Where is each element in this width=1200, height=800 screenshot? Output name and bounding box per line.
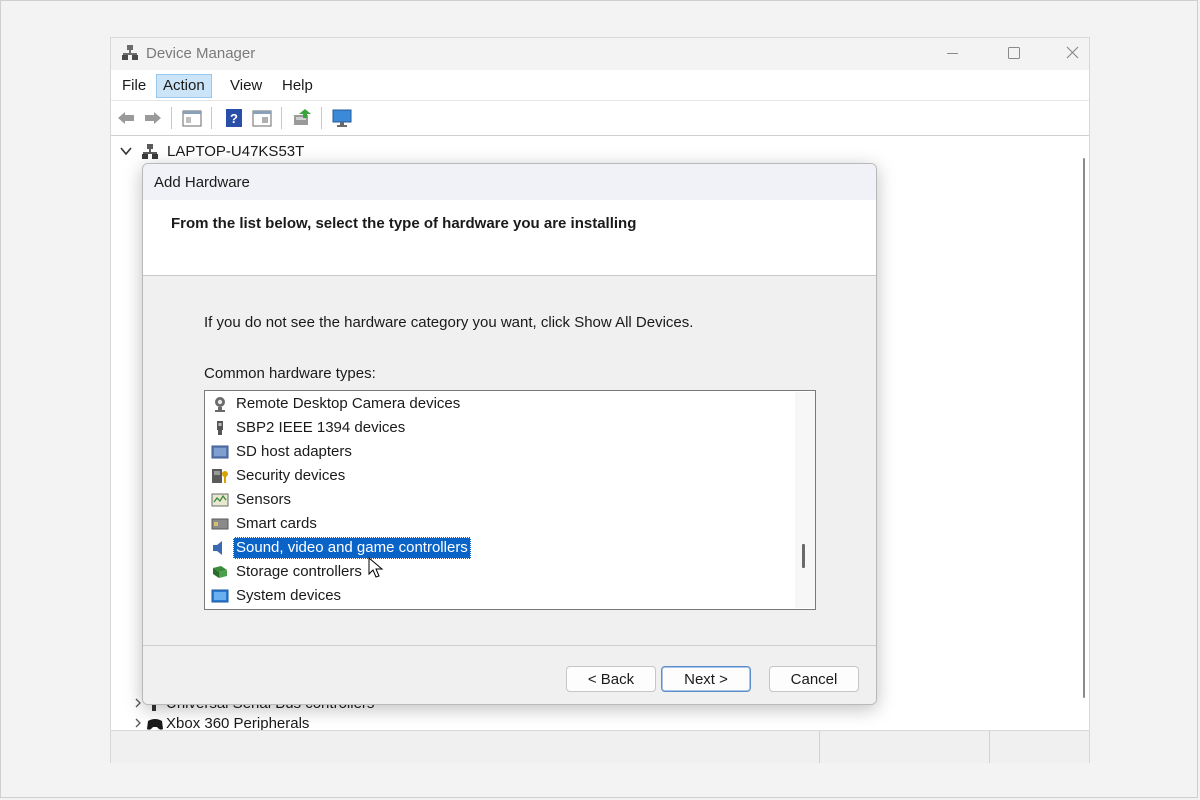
list-item-label: Sound, video and game controllers bbox=[233, 537, 471, 559]
dialog-header: From the list below, select the type of … bbox=[143, 200, 876, 276]
scrollbar-thumb[interactable] bbox=[1083, 158, 1085, 698]
chevron-right-icon[interactable] bbox=[134, 698, 142, 708]
list-item-label: Security devices bbox=[236, 467, 346, 484]
list-item-label: SBP2 IEEE 1394 devices bbox=[236, 419, 406, 436]
computer-name: LAPTOP-U47KS53T bbox=[167, 143, 305, 160]
menu-help[interactable]: Help bbox=[276, 74, 319, 98]
smart-card-icon bbox=[211, 518, 229, 530]
maximize-icon bbox=[1008, 47, 1020, 59]
sensor-icon bbox=[211, 493, 229, 507]
title-bar: Device Manager bbox=[111, 38, 1089, 70]
ieee1394-icon bbox=[217, 421, 223, 435]
chevron-down-icon[interactable] bbox=[119, 144, 133, 158]
list-item-label: Remote Desktop Camera devices bbox=[236, 395, 461, 412]
properties-button[interactable] bbox=[181, 107, 203, 129]
svg-text:?: ? bbox=[230, 111, 238, 126]
minimize-button[interactable] bbox=[936, 42, 968, 64]
dialog-footer: < Back Next > Cancel bbox=[143, 645, 876, 704]
update-driver-icon bbox=[294, 109, 311, 125]
chevron-right-icon[interactable] bbox=[134, 718, 142, 728]
next-button[interactable]: Next > bbox=[661, 666, 751, 692]
list-item-label: SD host adapters bbox=[236, 443, 352, 460]
menu-file[interactable]: File bbox=[116, 74, 152, 98]
list-item-label: Storage controllers bbox=[236, 563, 362, 580]
system-devices-icon bbox=[211, 589, 229, 603]
help-button[interactable]: ? bbox=[223, 107, 245, 129]
list-scrollbar[interactable] bbox=[795, 392, 815, 608]
back-icon bbox=[118, 112, 134, 124]
cancel-button[interactable]: Cancel bbox=[769, 666, 859, 692]
show-hide-button[interactable] bbox=[251, 107, 273, 129]
dialog-body: If you do not see the hardware category … bbox=[143, 276, 876, 644]
show-hide-icon bbox=[252, 110, 272, 127]
mouse-cursor-icon bbox=[368, 557, 384, 578]
toolbar: ? bbox=[111, 101, 1089, 136]
back-button[interactable]: < Back bbox=[566, 666, 656, 692]
back-button[interactable] bbox=[115, 107, 137, 129]
dialog-title-bar: Add Hardware bbox=[143, 164, 876, 200]
scan-hardware-button[interactable] bbox=[331, 107, 353, 129]
computer-icon bbox=[142, 144, 158, 159]
toolbar-separator bbox=[281, 107, 282, 129]
list-item-label: System devices bbox=[236, 587, 342, 604]
list-item-label: Sensors bbox=[236, 491, 292, 508]
menu-action[interactable]: Action bbox=[156, 74, 212, 98]
monitor-icon bbox=[332, 109, 352, 127]
forward-button[interactable] bbox=[142, 107, 164, 129]
minimize-icon bbox=[947, 53, 958, 54]
device-manager-icon bbox=[122, 45, 138, 60]
camera-icon bbox=[215, 397, 225, 412]
window-title: Device Manager bbox=[146, 45, 256, 62]
security-device-icon bbox=[212, 469, 228, 483]
menu-bar: File Action View Help bbox=[111, 70, 1089, 101]
hint-text: If you do not see the hardware category … bbox=[204, 314, 694, 331]
list-item-label: Smart cards bbox=[236, 515, 317, 532]
dialog-title: Add Hardware bbox=[154, 174, 250, 191]
toolbar-separator bbox=[211, 107, 212, 129]
toolbar-separator bbox=[321, 107, 322, 129]
status-bar-divider bbox=[989, 731, 990, 763]
status-bar bbox=[111, 730, 1089, 763]
close-icon bbox=[1066, 46, 1079, 59]
close-button[interactable] bbox=[1057, 42, 1089, 64]
tree-scrollbar[interactable] bbox=[1079, 136, 1089, 728]
help-icon: ? bbox=[226, 109, 242, 127]
menu-view[interactable]: View bbox=[224, 74, 268, 98]
speaker-icon bbox=[213, 541, 222, 555]
forward-icon bbox=[145, 112, 161, 124]
add-hardware-dialog: Add Hardware From the list below, select… bbox=[142, 163, 877, 705]
toolbar-separator bbox=[171, 107, 172, 129]
storage-controller-icon bbox=[213, 566, 227, 578]
list-scrollbar-thumb[interactable] bbox=[802, 544, 805, 568]
status-bar-divider bbox=[819, 731, 820, 763]
dialog-heading: From the list below, select the type of … bbox=[171, 215, 637, 232]
properties-icon bbox=[182, 110, 202, 127]
maximize-button[interactable] bbox=[998, 42, 1030, 64]
hardware-types-label: Common hardware types: bbox=[204, 365, 376, 382]
update-driver-button[interactable] bbox=[291, 107, 313, 129]
sd-adapter-icon bbox=[211, 445, 229, 459]
hardware-types-list[interactable]: Remote Desktop Camera devices SBP2 IEEE … bbox=[204, 390, 816, 610]
